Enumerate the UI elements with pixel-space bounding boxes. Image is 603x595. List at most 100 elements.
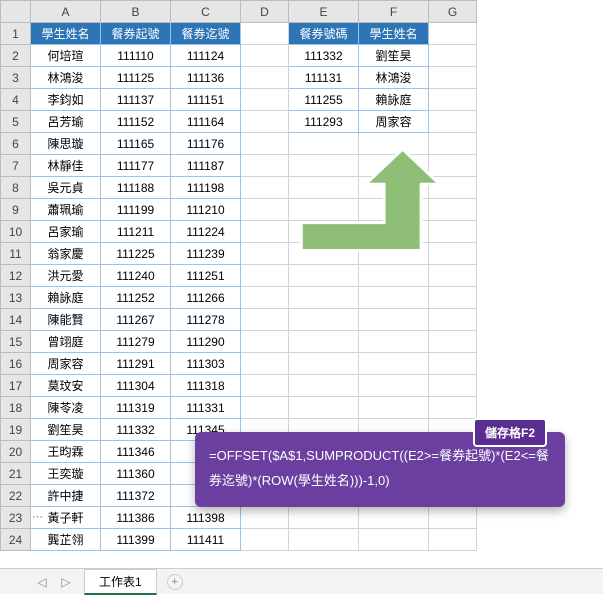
cell[interactable]: 呂芳瑜 (31, 111, 101, 133)
row-header[interactable]: 24 (1, 529, 31, 551)
cell[interactable] (429, 45, 477, 67)
cell[interactable] (289, 309, 359, 331)
cell[interactable]: 111304 (101, 375, 171, 397)
cell[interactable] (241, 353, 289, 375)
cell[interactable] (429, 309, 477, 331)
cell[interactable]: 學生姓名 (31, 23, 101, 45)
cell[interactable]: 111176 (171, 133, 241, 155)
cell[interactable] (359, 177, 429, 199)
cell[interactable] (359, 507, 429, 529)
cell[interactable]: 111291 (101, 353, 171, 375)
cell[interactable] (241, 111, 289, 133)
cell[interactable]: 111372 (101, 485, 171, 507)
cell[interactable]: 莫玟安 (31, 375, 101, 397)
cell[interactable] (289, 133, 359, 155)
cell[interactable] (429, 353, 477, 375)
cell[interactable] (241, 507, 289, 529)
cell[interactable] (241, 331, 289, 353)
cell[interactable]: 111136 (171, 67, 241, 89)
cell[interactable] (429, 133, 477, 155)
cell[interactable] (241, 23, 289, 45)
cell[interactable] (289, 331, 359, 353)
cell[interactable]: 劉笙昊 (31, 419, 101, 441)
cell[interactable] (359, 155, 429, 177)
cell[interactable]: 111110 (101, 45, 171, 67)
row-header[interactable]: 3 (1, 67, 31, 89)
cell[interactable] (289, 221, 359, 243)
cell[interactable]: 餐券號碼 (289, 23, 359, 45)
cell[interactable]: 111164 (171, 111, 241, 133)
cell[interactable]: 111124 (171, 45, 241, 67)
cell[interactable] (241, 45, 289, 67)
row-header[interactable]: 10 (1, 221, 31, 243)
cell[interactable]: 111199 (101, 199, 171, 221)
cell[interactable] (241, 199, 289, 221)
col-header[interactable]: D (241, 1, 289, 23)
cell[interactable] (429, 221, 477, 243)
cell[interactable]: 111411 (171, 529, 241, 551)
cell[interactable]: 111151 (171, 89, 241, 111)
cell[interactable]: 許中捷 (31, 485, 101, 507)
cell[interactable]: 111319 (101, 397, 171, 419)
row-header[interactable]: 13 (1, 287, 31, 309)
cell[interactable] (429, 287, 477, 309)
cell[interactable]: 111332 (289, 45, 359, 67)
cell[interactable]: 陳能賢 (31, 309, 101, 331)
cell[interactable]: 蕭珮瑜 (31, 199, 101, 221)
sheet-tab[interactable]: 工作表1 (84, 569, 157, 595)
cell[interactable] (359, 375, 429, 397)
cell[interactable]: 111225 (101, 243, 171, 265)
cell[interactable] (241, 375, 289, 397)
cell[interactable]: 111187 (171, 155, 241, 177)
cell[interactable]: 111278 (171, 309, 241, 331)
cell[interactable]: 111224 (171, 221, 241, 243)
cell[interactable] (289, 155, 359, 177)
cell[interactable] (429, 111, 477, 133)
cell[interactable]: 111125 (101, 67, 171, 89)
cell[interactable] (429, 397, 477, 419)
row-header[interactable]: 23 (1, 507, 31, 529)
select-all-corner[interactable] (1, 1, 31, 23)
cell[interactable] (359, 529, 429, 551)
col-header[interactable]: B (101, 1, 171, 23)
row-header[interactable]: 20 (1, 441, 31, 463)
cell[interactable]: 111399 (101, 529, 171, 551)
row-header[interactable]: 5 (1, 111, 31, 133)
cell[interactable] (359, 287, 429, 309)
cell[interactable]: 林鴻浚 (31, 67, 101, 89)
cell[interactable] (359, 397, 429, 419)
cell[interactable]: 111303 (171, 353, 241, 375)
cell[interactable] (241, 133, 289, 155)
cell[interactable]: 111255 (289, 89, 359, 111)
cell[interactable]: 111398 (171, 507, 241, 529)
cell[interactable] (429, 243, 477, 265)
cell[interactable]: 111198 (171, 177, 241, 199)
cell[interactable]: 何培瑄 (31, 45, 101, 67)
cell[interactable] (429, 331, 477, 353)
row-header[interactable]: 6 (1, 133, 31, 155)
cell[interactable]: 賴詠庭 (31, 287, 101, 309)
cell[interactable]: 陳苓凌 (31, 397, 101, 419)
cell[interactable] (429, 89, 477, 111)
cell[interactable]: 洪元愛 (31, 265, 101, 287)
cell[interactable] (241, 67, 289, 89)
cell[interactable]: 吳元貞 (31, 177, 101, 199)
cell[interactable]: 111346 (101, 441, 171, 463)
col-header[interactable]: E (289, 1, 359, 23)
col-header[interactable]: A (31, 1, 101, 23)
cell[interactable]: 111240 (101, 265, 171, 287)
cell[interactable] (241, 221, 289, 243)
cell[interactable]: 111318 (171, 375, 241, 397)
cell[interactable] (241, 397, 289, 419)
cell[interactable]: 111211 (101, 221, 171, 243)
cell[interactable] (429, 67, 477, 89)
cell[interactable] (289, 353, 359, 375)
row-header[interactable]: 22 (1, 485, 31, 507)
cell[interactable] (241, 155, 289, 177)
tab-nav-right-icon[interactable]: ▷ (54, 572, 78, 592)
cell[interactable] (429, 177, 477, 199)
cell[interactable]: 111177 (101, 155, 171, 177)
row-header[interactable]: 19 (1, 419, 31, 441)
cell[interactable]: 賴詠庭 (359, 89, 429, 111)
cell[interactable]: 翁家慶 (31, 243, 101, 265)
